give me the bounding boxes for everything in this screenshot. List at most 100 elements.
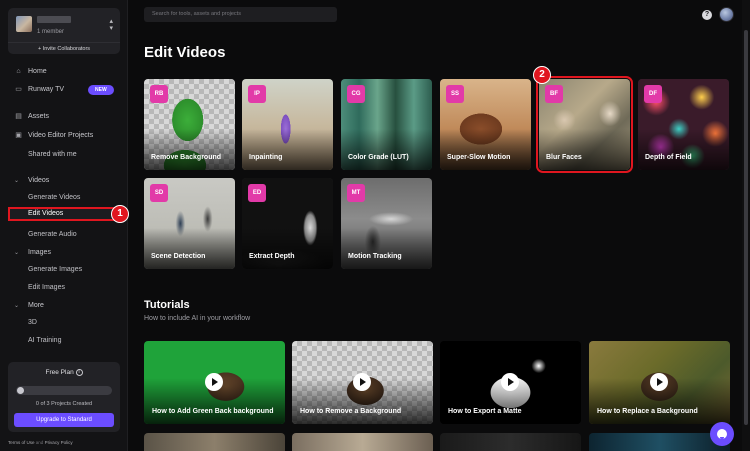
workspace-name-redacted [37,16,71,23]
sidebar-item-label: Generate Videos [28,194,81,201]
sidebar-item-label: Runway TV [28,86,65,93]
terms-link[interactable]: Terms of Use [8,440,35,445]
legal-links: Terms of Use and Privacy Policy [8,440,73,445]
tool-card-scene-detection[interactable]: SD Scene Detection [144,178,235,269]
callout-1: 1 [111,205,129,223]
section-label: Images [28,249,51,256]
tutorial-card-remove-background[interactable]: How to Remove a Background [292,341,433,424]
new-badge: NEW [88,85,114,95]
sidebar-item-edit-images[interactable]: Edit Images [8,281,120,295]
tool-name: Inpainting [249,154,283,161]
sidebar-item-shared[interactable]: Shared with me [8,148,120,162]
sidebar-item-generate-audio[interactable]: Generate Audio [8,228,120,242]
info-icon[interactable]: i [75,369,83,376]
progress-knob [17,387,24,394]
sidebar-item-label: Home [28,68,47,75]
card-shade [341,129,432,170]
card-shade [144,228,235,269]
section-label: More [28,302,44,309]
tutorials-subtitle: How to include AI in your workflow [144,315,251,322]
callout-2: 2 [533,66,551,84]
play-icon[interactable] [650,373,668,391]
card-shade [440,129,531,170]
sidebar-item-runway-tv[interactable]: ▭ Runway TV NEW [8,83,120,97]
sidebar-item-projects[interactable]: ▣ Video Editor Projects [8,129,120,143]
folder-icon: ▤ [15,113,22,120]
sidebar-item-edit-videos[interactable]: Edit Videos [8,207,120,221]
play-icon[interactable] [205,373,223,391]
sidebar-item-label: Edit Images [28,284,65,291]
play-icon[interactable] [501,373,519,391]
sidebar-item-label: Edit Videos [28,210,64,217]
sidebar-item-assets[interactable]: ▤ Assets [8,110,120,124]
section-label: Videos [28,177,50,184]
tutorial-card-export-matte[interactable]: How to Export a Matte [440,341,581,424]
tutorial-title: How to Replace a Background [597,408,698,415]
home-icon: ⌂ [16,68,21,75]
card-shade [242,129,333,170]
play-icon[interactable] [353,373,371,391]
card-shade [341,228,432,269]
tool-card-extract-depth[interactable]: ED Extract Depth [242,178,333,269]
tool-name: Remove Background [151,154,222,161]
workspace-members: 1 member [37,29,65,35]
sidebar-item-label: Generate Images [28,266,83,273]
chevron-down-icon: ⌄ [14,178,20,184]
user-avatar[interactable] [719,7,734,22]
tool-name: Depth of Field [645,154,692,161]
tv-icon: ▭ [15,86,22,93]
tool-name: Blur Faces [546,154,582,161]
tool-name: Super-Slow Motion [447,154,511,161]
tool-card-motion-tracking[interactable]: MT Motion Tracking [341,178,432,269]
sidebar-item-3d[interactable]: 3D [8,316,120,330]
help-icon[interactable]: ? [702,10,712,20]
chevron-down-icon: ⌄ [14,250,20,256]
invite-collaborators-button[interactable]: + Invite Collaborators [8,42,120,52]
sidebar-item-label: Generate Audio [28,231,77,238]
tool-name: Color Grade (LUT) [348,154,409,161]
card-shade [144,129,235,170]
tutorial-card-row2-4[interactable] [589,433,730,451]
tutorial-card-row2-2[interactable] [292,433,433,451]
card-shade [638,129,729,170]
sidebar-item-label: Assets [28,113,50,120]
plan-title: Free Plan i [8,369,120,376]
tool-card-remove-background[interactable]: RB Remove Background [144,79,235,170]
sidebar-item-generate-videos[interactable]: Generate Videos [8,191,120,205]
tool-card-super-slow-motion[interactable]: SS Super-Slow Motion [440,79,531,170]
tutorial-title: How to Add Green Back background [152,408,274,415]
tool-card-blur-faces[interactable]: BF Blur Faces [536,76,633,173]
chat-icon[interactable] [710,422,734,446]
tutorials-title: Tutorials [144,299,190,311]
search-input[interactable]: Search for tools, assets and projects [144,7,337,22]
tutorial-card-green-back[interactable]: How to Add Green Back background [144,341,285,424]
workspace-card[interactable]: 1 member ▴ ▾ + Invite Collaborators [8,8,120,54]
tutorial-title: How to Remove a Background [300,408,402,415]
privacy-link[interactable]: Privacy Policy [45,440,73,445]
tool-card-depth-of-field[interactable]: DF Depth of Field [638,79,729,170]
sidebar-item-label: Shared with me [28,151,77,158]
sidebar-item-ai-training[interactable]: AI Training [8,334,120,348]
tutorial-card-row2-1[interactable] [144,433,285,451]
film-icon: ▣ [15,132,22,139]
tool-tag: ED [248,184,266,202]
section-images[interactable]: ⌄ Images [8,246,120,260]
section-videos[interactable]: ⌄ Videos [8,174,120,188]
sidebar-item-label: AI Training [28,337,62,344]
tool-name: Motion Tracking [348,253,402,260]
sidebar-item-generate-images[interactable]: Generate Images [8,263,120,277]
card-shade [242,228,333,269]
tool-card-color-grade[interactable]: CG Color Grade (LUT) [341,79,432,170]
sidebar-item-label: 3D [28,319,37,326]
tutorial-card-replace-background[interactable]: How to Replace a Background [589,341,730,424]
tool-name: Extract Depth [249,253,295,260]
scrollbar-thumb[interactable] [744,30,748,425]
tool-tag: RB [150,85,168,103]
section-more[interactable]: ⌄ More [8,299,120,313]
tool-tag: MT [347,184,365,202]
tool-card-inpainting[interactable]: IP Inpainting [242,79,333,170]
sidebar-item-home[interactable]: ⌂ Home [8,65,120,79]
tutorial-card-row2-3[interactable] [440,433,581,451]
workspace-switch-icon[interactable]: ▴ ▾ [109,18,113,32]
upgrade-button[interactable]: Upgrade to Standard [14,413,114,427]
